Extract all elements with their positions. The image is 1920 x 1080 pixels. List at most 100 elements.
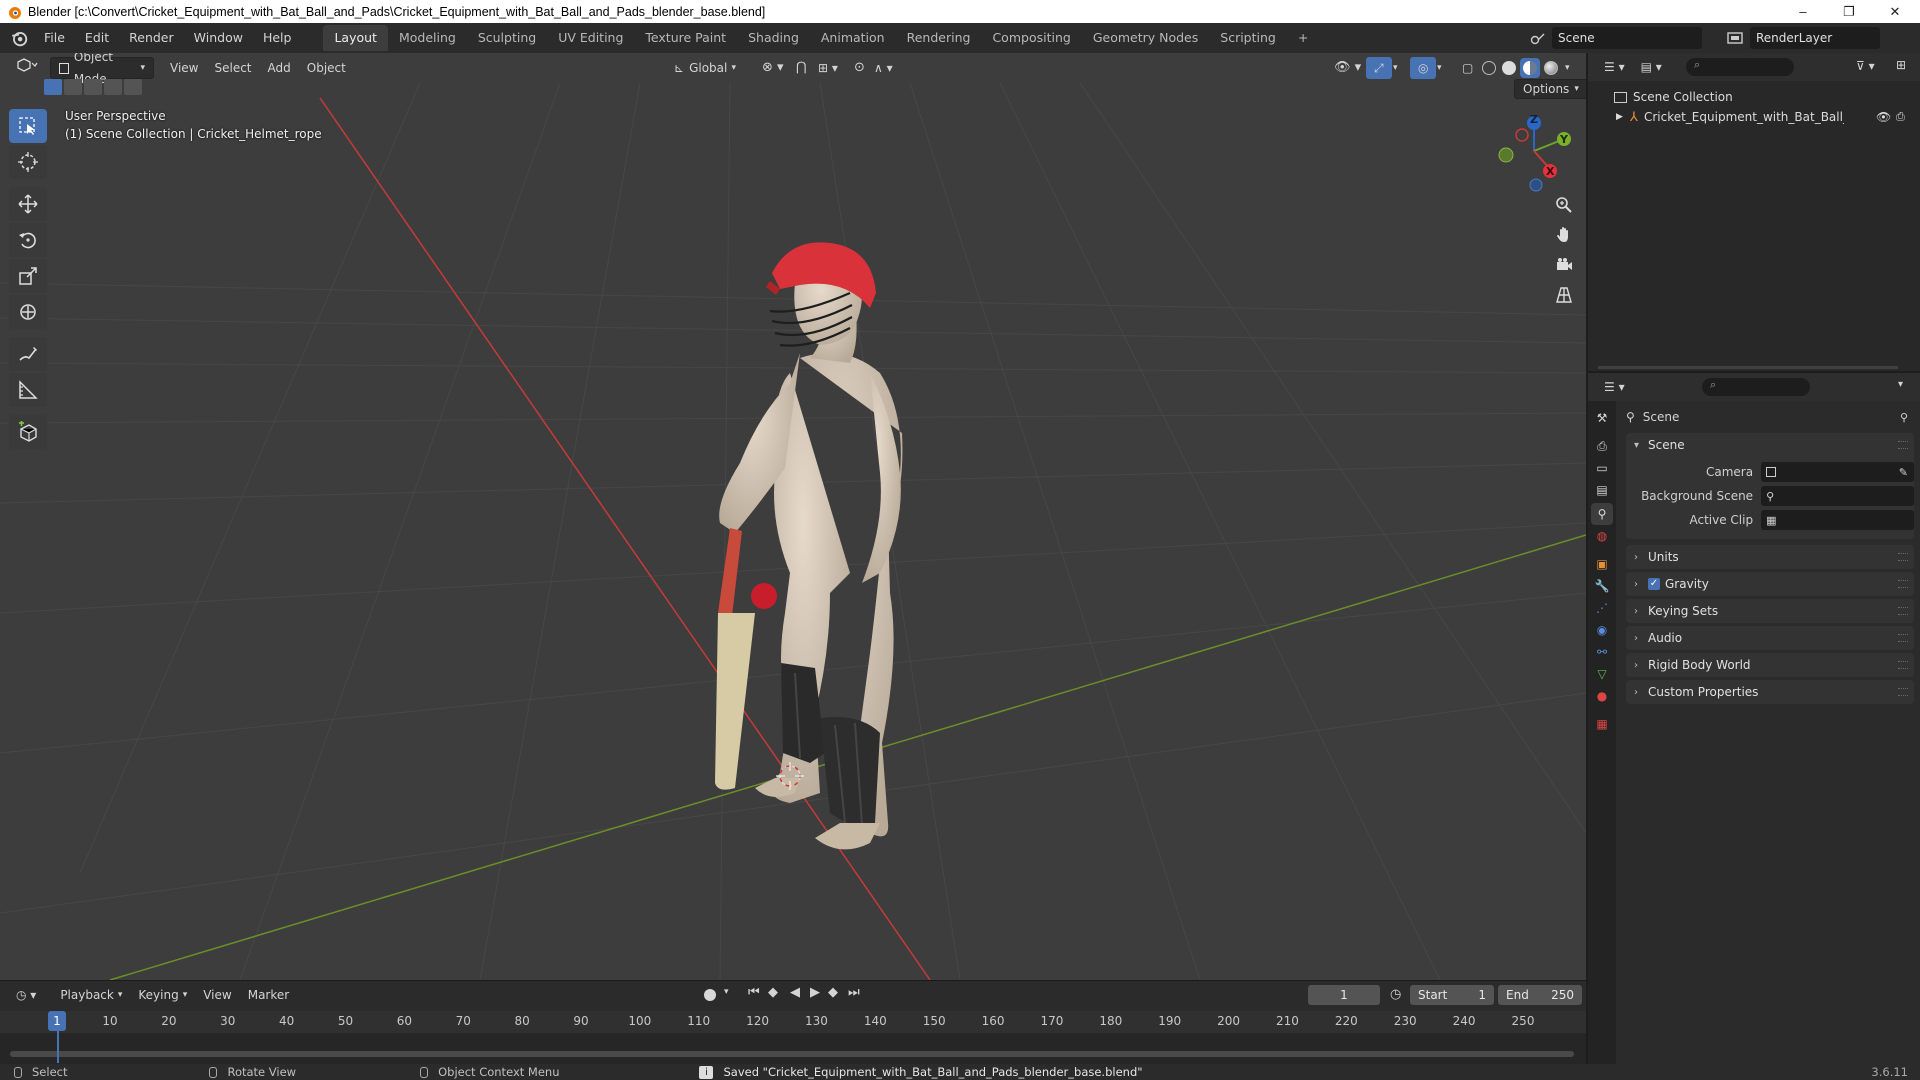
outliner-row-scene-collection[interactable]: Scene Collection — [1588, 87, 1920, 107]
tab-scripting[interactable]: Scripting — [1209, 25, 1287, 51]
transform-orientation-dropdown[interactable]: ⊾ Global ▾ — [666, 57, 744, 79]
tab-data[interactable]: ▽ — [1591, 663, 1613, 685]
maximize-button[interactable]: ❐ — [1826, 0, 1872, 23]
expand-arrow-icon[interactable]: ▶ — [1616, 112, 1630, 122]
select-extend-icon[interactable] — [64, 79, 82, 95]
tab-uv-editing[interactable]: UV Editing — [547, 25, 634, 51]
measure-tool[interactable] — [9, 373, 47, 407]
outliner-search-input[interactable]: ⌕ — [1686, 58, 1794, 76]
tab-geometry-nodes[interactable]: Geometry Nodes — [1082, 25, 1209, 51]
tab-scene[interactable]: ⚲ — [1591, 503, 1613, 525]
start-frame-field[interactable]: Start 1 — [1410, 985, 1494, 1005]
renderlayer-type-icon[interactable] — [1724, 28, 1746, 48]
scale-tool[interactable] — [9, 259, 47, 293]
custom-properties-panel[interactable]: › Custom Properties — [1626, 680, 1914, 704]
jump-keyframe-back-button[interactable]: ◆ — [768, 985, 778, 1000]
properties-search-input[interactable]: ⌕ — [1702, 378, 1810, 396]
eyedropper-icon[interactable]: ✎ — [1899, 466, 1908, 479]
tab-world[interactable]: ◍ — [1591, 525, 1613, 547]
add-cube-tool[interactable] — [9, 415, 47, 449]
timeline-menu-marker[interactable]: Marker — [240, 984, 297, 1006]
pivot-point-dropdown[interactable]: ⊗ ▾ — [754, 57, 792, 79]
tab-layout[interactable]: Layout — [323, 25, 388, 51]
audio-panel[interactable]: › Audio — [1626, 626, 1914, 650]
panel-grip-icon[interactable] — [1898, 553, 1908, 561]
keying-menu[interactable]: Keying ▾ — [130, 984, 195, 1006]
shading-dropdown[interactable]: ▾ — [1562, 57, 1573, 79]
viewport-menu-select[interactable]: Select — [206, 57, 259, 79]
menu-edit[interactable]: Edit — [75, 27, 119, 49]
new-collection-icon[interactable]: ⊞ — [1896, 58, 1906, 72]
rigid-body-world-panel[interactable]: › Rigid Body World — [1626, 653, 1914, 677]
tab-output[interactable]: ▭ — [1591, 457, 1613, 479]
menu-help[interactable]: Help — [253, 27, 302, 49]
close-button[interactable]: ✕ — [1872, 0, 1918, 23]
scene-type-icon[interactable] — [1526, 28, 1550, 48]
gizmo-toggle[interactable]: ⤢ — [1366, 57, 1392, 79]
shading-rendered-button[interactable] — [1544, 61, 1558, 75]
panel-grip-icon[interactable] — [1898, 688, 1908, 696]
3d-viewport[interactable]: Z Y X Object Mode ▾ View Select Add Obje… — [0, 53, 1586, 980]
select-invert-icon[interactable] — [104, 79, 122, 95]
transform-tool[interactable] — [9, 295, 47, 329]
tab-modifiers[interactable]: 🔧 — [1591, 575, 1613, 597]
select-subtract-icon[interactable] — [84, 79, 102, 95]
chevron-down-icon[interactable]: ▾ — [724, 987, 729, 997]
auto-keying-button[interactable] — [704, 989, 716, 1001]
select-box-tool[interactable] — [9, 109, 47, 143]
annotate-tool[interactable] — [9, 337, 47, 371]
move-tool[interactable] — [9, 187, 47, 221]
timeline-editor-type-button[interactable]: ◷ ▾ — [8, 984, 44, 1006]
visibility-dropdown[interactable]: 👁 ▾ — [1326, 57, 1369, 79]
camera-view-button[interactable] — [1550, 251, 1578, 279]
background-scene-field[interactable]: ⚲ — [1761, 486, 1914, 506]
menu-file[interactable]: File — [34, 27, 75, 49]
toggle-perspective-button[interactable] — [1550, 281, 1578, 309]
camera-render-icon[interactable]: ⎙ — [1896, 110, 1905, 124]
timeline-scrollbar[interactable] — [10, 1051, 1574, 1057]
units-panel[interactable]: › Units — [1626, 545, 1914, 569]
chevron-down-icon[interactable]: ▾ — [1898, 379, 1903, 390]
pin-icon[interactable]: ⚲ — [1900, 411, 1908, 424]
xray-toggle[interactable]: ▢ — [1454, 57, 1481, 79]
eye-icon[interactable]: 👁 — [1876, 110, 1891, 124]
preview-range-icon[interactable]: ◷ — [1390, 987, 1401, 1002]
playback-menu[interactable]: Playback ▾ — [52, 984, 130, 1006]
jump-end-button[interactable]: ⏭ — [848, 985, 860, 1000]
tab-modeling[interactable]: Modeling — [388, 25, 467, 51]
falloff-dropdown[interactable]: ∧ ▾ — [866, 57, 901, 79]
panel-grip-icon[interactable] — [1898, 634, 1908, 642]
overlay-toggle[interactable]: ◎ — [1410, 57, 1437, 79]
tab-animation[interactable]: Animation — [810, 25, 896, 51]
filter-icon[interactable]: ⊽ ▾ — [1856, 59, 1875, 73]
tab-constraints[interactable]: ⚯ — [1591, 641, 1613, 663]
editor-type-button[interactable] — [8, 57, 46, 79]
scene-selector[interactable]: Scene — [1552, 27, 1702, 49]
timeline-menu-view[interactable]: View — [195, 984, 239, 1006]
gizmo-dropdown[interactable]: ▾ — [1390, 57, 1401, 79]
tab-particles[interactable]: ⋰ — [1591, 597, 1613, 619]
tab-view-layer[interactable]: ▤ — [1591, 479, 1613, 501]
scene-panel-header[interactable]: ▾ Scene — [1626, 433, 1914, 457]
tab-object[interactable]: ▣ — [1591, 553, 1613, 575]
mode-dropdown[interactable]: Object Mode ▾ — [50, 53, 154, 86]
blender-menu-icon[interactable] — [8, 29, 30, 47]
jump-start-button[interactable]: ⏮ — [748, 985, 760, 1000]
minimize-button[interactable]: – — [1780, 0, 1826, 23]
playhead[interactable]: 1 — [48, 1011, 66, 1031]
outliner-scrollbar[interactable] — [1598, 366, 1898, 369]
tab-texture[interactable]: ▦ — [1591, 713, 1613, 735]
tab-compositing[interactable]: Compositing — [981, 25, 1081, 51]
tab-shading[interactable]: Shading — [737, 25, 810, 51]
camera-field[interactable]: ✎ — [1761, 462, 1914, 482]
select-intersect-icon[interactable] — [124, 79, 142, 95]
shading-wireframe-button[interactable] — [1482, 61, 1496, 75]
tab-physics[interactable]: ◉ — [1591, 619, 1613, 641]
tab-render[interactable]: ⎙ — [1591, 435, 1613, 457]
frame-ruler[interactable]: 10 20 30 40 50 60 70 80 90 100 110 120 130 140 150 160 1… — [0, 1011, 1586, 1033]
options-dropdown[interactable]: Options ▾ — [1514, 79, 1586, 99]
snap-target-dropdown[interactable]: ⊞ ▾ — [810, 57, 846, 79]
tab-texture-paint[interactable]: Texture Paint — [634, 25, 737, 51]
panel-grip-icon[interactable] — [1898, 580, 1908, 588]
keying-sets-panel[interactable]: › Keying Sets — [1626, 599, 1914, 623]
